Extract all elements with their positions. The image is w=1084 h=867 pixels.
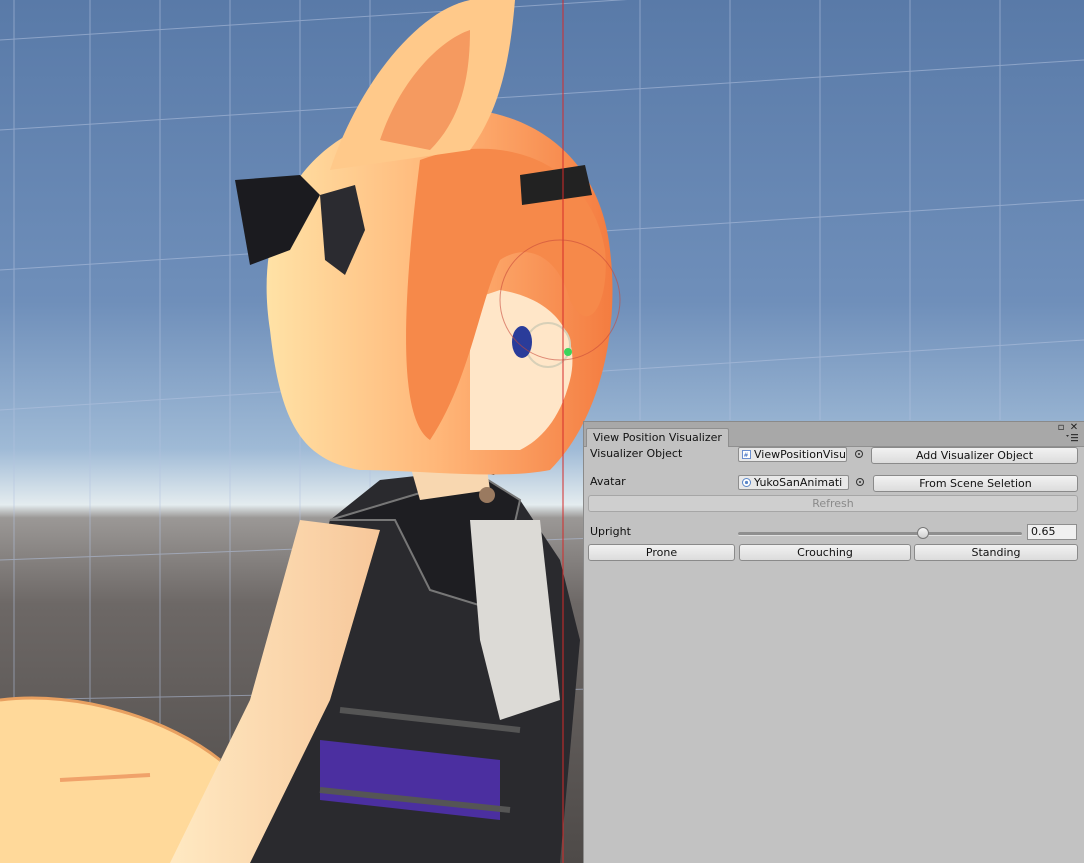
from-scene-selection-button[interactable]: From Scene Seletion — [873, 475, 1078, 492]
avatar-value: YukoSanAnimati — [754, 476, 843, 489]
refresh-button[interactable]: Refresh — [588, 495, 1078, 512]
crouching-button[interactable]: Crouching — [739, 544, 911, 561]
object-picker-icon[interactable] — [855, 450, 863, 458]
upright-slider-track[interactable] — [738, 532, 1022, 536]
avatar-label: Avatar — [590, 475, 626, 488]
view-position-visualizer-window: View Position Visualizer ▫ ✕ Visualizer … — [583, 421, 1084, 863]
avatar-picker-icon[interactable] — [856, 478, 864, 486]
window-tab[interactable]: View Position Visualizer — [586, 428, 729, 447]
svg-text:#: # — [744, 452, 749, 459]
script-icon: # — [742, 450, 751, 459]
add-visualizer-object-button[interactable]: Add Visualizer Object — [871, 447, 1078, 464]
visualizer-object-label: Visualizer Object — [590, 447, 683, 460]
maximize-icon[interactable]: ▫ — [1056, 423, 1066, 433]
prefab-icon — [742, 478, 751, 487]
visualizer-object-value: ViewPositionVisu — [754, 448, 846, 461]
close-icon[interactable]: ✕ — [1069, 423, 1079, 433]
prone-button[interactable]: Prone — [588, 544, 735, 561]
avatar-field[interactable]: YukoSanAnimati — [738, 475, 849, 490]
standing-button[interactable]: Standing — [914, 544, 1078, 561]
window-titlebar: View Position Visualizer ▫ ✕ — [584, 422, 1084, 447]
visualizer-object-field[interactable]: # ViewPositionVisu — [738, 447, 847, 462]
upright-slider-handle[interactable] — [916, 527, 929, 539]
menu-icon[interactable] — [1066, 434, 1078, 442]
upright-label: Upright — [590, 525, 631, 538]
upright-value-field[interactable]: 0.65 — [1027, 524, 1077, 540]
